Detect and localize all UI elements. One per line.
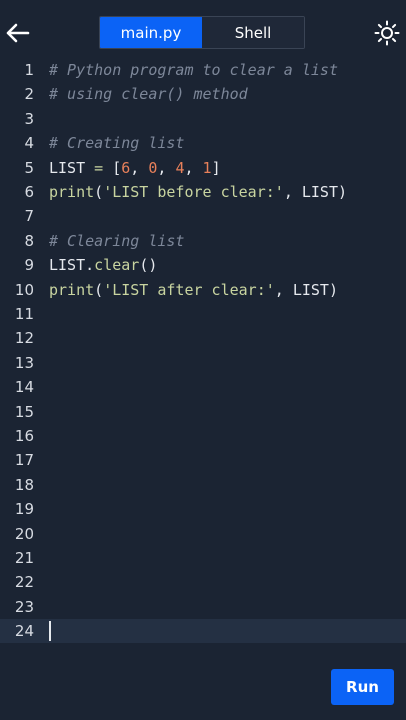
arrow-left-icon (6, 23, 30, 43)
line-number: 17 (14, 451, 34, 470)
code-token: print (49, 183, 95, 201)
line-number: 23 (14, 597, 34, 616)
code-line[interactable]: 21 (0, 546, 406, 570)
code-token: LIST (49, 158, 95, 177)
code-token: ( (94, 280, 104, 299)
code-line[interactable]: 5 LIST = [6, 0, 4, 1] (0, 156, 406, 180)
line-number: 22 (14, 573, 34, 592)
code-line[interactable]: 4 # Creating list (0, 131, 406, 155)
code-token: clear (94, 256, 140, 275)
code-text: # using clear() method (49, 82, 248, 106)
line-number: 4 (24, 134, 34, 153)
code-text: LIST.clear() (49, 253, 157, 277)
code-line[interactable]: 9 LIST.clear() (0, 253, 406, 277)
code-token: LIST. (49, 256, 95, 275)
code-line[interactable]: 2 # using clear() method (0, 82, 406, 106)
line-number: 24 (14, 622, 34, 641)
code-line[interactable]: 24 (0, 619, 406, 644)
code-line[interactable]: 7 (0, 204, 406, 228)
code-line[interactable]: 23 (0, 595, 406, 619)
code-line[interactable]: 1 # Python program to clear a list (0, 58, 406, 82)
sun-icon (374, 20, 400, 46)
line-number: 20 (14, 524, 34, 543)
line-number: 8 (24, 231, 34, 250)
tab-main-py[interactable]: main.py (100, 17, 202, 48)
line-number: 18 (14, 475, 34, 494)
line-number: 9 (24, 256, 34, 275)
text-cursor (49, 621, 51, 642)
code-token: # Creating list (49, 134, 185, 153)
code-token: 'LIST before clear:' (103, 183, 284, 201)
code-line[interactable]: 19 (0, 497, 406, 521)
back-button[interactable] (2, 18, 32, 48)
code-token: 6 (121, 158, 131, 177)
line-number: 13 (14, 353, 34, 372)
code-line[interactable]: 8 # Clearing list (0, 229, 406, 253)
theme-toggle-button[interactable] (372, 18, 402, 48)
code-token: () (139, 256, 158, 275)
code-text: print('LIST after clear:', LIST) (49, 278, 338, 302)
code-line[interactable]: 15 (0, 400, 406, 424)
code-text: # Clearing list (49, 229, 184, 253)
code-token: print (49, 280, 95, 299)
top-bar: main.py Shell (0, 0, 406, 64)
file-tabs: main.py Shell (99, 16, 305, 49)
code-token: , LIST) (274, 280, 338, 299)
code-line[interactable]: 22 (0, 570, 406, 594)
code-token: # Python program to clear a list (49, 61, 338, 79)
code-text: print('LIST before clear:', LIST) (49, 180, 347, 204)
code-line[interactable]: 17 (0, 448, 406, 472)
code-line[interactable]: 16 (0, 424, 406, 448)
code-token: # Clearing list (49, 231, 185, 250)
tab-shell[interactable]: Shell (202, 17, 304, 48)
code-token: 'LIST after clear:' (103, 280, 275, 299)
line-number: 15 (14, 402, 34, 421)
code-token: , (130, 158, 149, 177)
line-number: 10 (14, 280, 34, 299)
code-token: ] (211, 158, 221, 177)
code-line[interactable]: 13 (0, 351, 406, 375)
line-number: 12 (14, 329, 34, 348)
code-token: , (157, 158, 176, 177)
line-number: 19 (14, 500, 34, 519)
line-number: 2 (24, 85, 34, 104)
line-number: 21 (14, 549, 34, 567)
code-text: # Creating list (49, 131, 184, 155)
code-line[interactable]: 10 print('LIST after clear:', LIST) (0, 278, 406, 302)
run-button[interactable]: Run (331, 669, 394, 705)
code-text: # Python program to clear a list (49, 58, 338, 82)
code-text: LIST = [6, 0, 4, 1] (49, 156, 221, 180)
code-token: # using clear() method (49, 85, 248, 104)
code-editor[interactable]: 1 # Python program to clear a list 2 # usin… (0, 58, 406, 650)
line-number: 14 (14, 378, 34, 397)
code-line[interactable]: 11 (0, 302, 406, 326)
line-number: 7 (24, 207, 34, 226)
line-number: 11 (14, 305, 34, 323)
line-number: 1 (24, 61, 34, 79)
code-line[interactable]: 12 (0, 326, 406, 350)
line-number: 16 (14, 427, 34, 445)
line-number: 6 (24, 183, 34, 201)
code-line[interactable]: 14 (0, 375, 406, 399)
code-token: [ (103, 158, 122, 177)
code-token: = (94, 158, 104, 177)
code-line[interactable]: 18 (0, 473, 406, 497)
code-token: ( (94, 183, 104, 201)
line-number: 5 (24, 158, 34, 177)
code-line[interactable]: 6 print('LIST before clear:', LIST) (0, 180, 406, 204)
code-token: , LIST) (283, 183, 348, 201)
code-line[interactable]: 20 (0, 522, 406, 546)
code-token: 1 (202, 158, 212, 177)
code-token: , (184, 158, 203, 177)
code-line[interactable]: 3 (0, 107, 406, 131)
line-number: 3 (24, 109, 34, 128)
